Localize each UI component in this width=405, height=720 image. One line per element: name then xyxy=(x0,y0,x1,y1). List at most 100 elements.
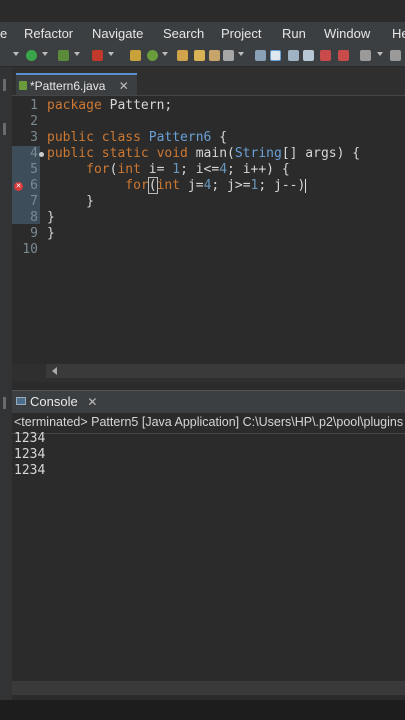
chevron-down-icon[interactable] xyxy=(42,52,48,56)
console-horizontal-scrollbar[interactable] xyxy=(12,681,405,695)
line-number: 5 xyxy=(30,162,38,177)
code-text: main( xyxy=(187,146,235,161)
code-text: ; j--) xyxy=(258,178,306,193)
close-icon[interactable]: ✕ xyxy=(119,79,129,93)
type-name: String xyxy=(234,146,282,161)
tab-pattern6-java[interactable]: *Pattern6.java ✕ xyxy=(16,73,137,95)
number-literal: 1 xyxy=(172,162,181,177)
keyword: public class xyxy=(47,130,141,145)
debug-icon[interactable] xyxy=(26,50,37,61)
number-literal: 4 xyxy=(219,162,228,177)
left-trim-stack xyxy=(0,67,12,720)
code-text: [] args) { xyxy=(281,146,361,161)
toggle-mark-occurrences-icon[interactable] xyxy=(270,50,281,61)
error-icon[interactable]: ✕ xyxy=(14,182,23,191)
chevron-down-icon[interactable] xyxy=(74,52,80,56)
keyword: for xyxy=(86,162,110,177)
line-number: 8 xyxy=(30,210,38,225)
minimized-view-icon[interactable] xyxy=(3,123,6,135)
scroll-left-icon[interactable] xyxy=(52,367,57,375)
line-number: 1 xyxy=(30,98,38,113)
console-tab-bar: Console ✕ xyxy=(12,391,405,413)
show-whitespace-icon[interactable] xyxy=(303,50,314,61)
code-line-6: for(int j=4; j>=1; j--) xyxy=(47,177,307,194)
menu-refactor[interactable]: Refactor xyxy=(24,26,73,41)
console-process-description: <terminated> Pattern5 [Java Application]… xyxy=(14,415,404,429)
code-text: Pattern; xyxy=(101,98,173,113)
line-number: 7 xyxy=(30,194,38,209)
code-text: ; i++) { xyxy=(227,162,290,177)
class-name: Pattern6 xyxy=(140,130,212,145)
close-icon[interactable]: ✕ xyxy=(87,395,97,409)
console-tab-label: Console xyxy=(30,394,78,409)
new-java-project-icon[interactable] xyxy=(130,50,141,61)
next-annotation-icon[interactable] xyxy=(338,50,349,61)
chevron-down-icon[interactable] xyxy=(162,52,168,56)
menu-navigate[interactable]: Navigate xyxy=(92,26,143,41)
matching-bracket: ( xyxy=(147,177,158,194)
code-line-1: package Pattern; xyxy=(47,98,172,114)
keyword: public static void xyxy=(47,146,188,161)
code-text: ; j>= xyxy=(211,178,251,193)
annotation-icon[interactable] xyxy=(255,50,266,61)
back-icon[interactable] xyxy=(390,50,401,61)
code-text: ; i<= xyxy=(180,162,220,177)
toolbar xyxy=(0,46,405,67)
line-number: 2 xyxy=(30,114,38,129)
console-output-line: 1234 xyxy=(14,463,46,478)
console-output-line: 1234 xyxy=(14,447,46,462)
menu-edit[interactable]: e xyxy=(0,26,7,41)
menu-run[interactable]: Run xyxy=(282,26,306,41)
minimized-view-icon[interactable] xyxy=(3,79,6,91)
code-line-5: for(int i= 1; i<=4; i++) { xyxy=(47,162,290,178)
code-line-9: } xyxy=(47,226,55,241)
code-editor[interactable]: 1 2 3 4 5 6 7 8 9 10 ✕ package Pattern; … xyxy=(12,96,405,364)
text-cursor xyxy=(305,178,307,193)
code-text: j= xyxy=(180,178,204,193)
chevron-down-icon[interactable] xyxy=(377,52,383,56)
java-file-icon xyxy=(19,81,27,90)
line-number: 10 xyxy=(22,242,38,257)
editor-area: *Pattern6.java ✕ 1 2 3 4 5 6 7 8 9 10 ✕ … xyxy=(12,67,405,382)
menu-window[interactable]: Window xyxy=(324,26,370,41)
menu-bar: e Refactor Navigate Search Project Run W… xyxy=(0,22,405,46)
status-bar xyxy=(0,700,405,720)
chevron-down-icon[interactable] xyxy=(238,52,244,56)
chevron-down-icon[interactable] xyxy=(13,52,19,56)
keyword: int xyxy=(156,178,181,193)
external-tools-icon[interactable] xyxy=(92,50,103,61)
menu-help[interactable]: He xyxy=(392,26,405,41)
line-number: 4 xyxy=(30,146,38,161)
console-output-line: 1234 xyxy=(14,431,46,446)
eclipse-window: e Refactor Navigate Search Project Run W… xyxy=(0,0,405,720)
keyword: int xyxy=(117,162,141,177)
line-number: 9 xyxy=(30,226,38,241)
code-line-7: } xyxy=(47,194,94,209)
new-package-icon[interactable] xyxy=(177,50,188,61)
code-line-8: } xyxy=(47,210,55,225)
menu-project[interactable]: Project xyxy=(221,26,261,41)
menu-search[interactable]: Search xyxy=(163,26,204,41)
tab-console[interactable]: Console ✕ xyxy=(14,391,97,413)
chevron-down-icon[interactable] xyxy=(108,52,114,56)
console-icon xyxy=(16,397,26,405)
search-icon[interactable] xyxy=(223,50,234,61)
keyword: for xyxy=(125,178,149,193)
line-number: 3 xyxy=(30,130,38,145)
open-folder-icon[interactable] xyxy=(209,50,220,61)
code-text: { xyxy=(211,130,228,145)
minimized-view-icon[interactable] xyxy=(3,397,6,409)
editor-tab-bar: *Pattern6.java ✕ xyxy=(12,73,405,96)
editor-horizontal-scrollbar[interactable] xyxy=(46,364,405,378)
open-type-icon[interactable] xyxy=(194,50,205,61)
run-icon[interactable] xyxy=(58,50,69,61)
last-edit-location-icon[interactable] xyxy=(360,50,371,61)
keyword: package xyxy=(47,98,102,113)
word-wrap-icon[interactable] xyxy=(288,50,299,61)
new-class-icon[interactable] xyxy=(147,50,158,61)
override-marker-icon xyxy=(39,152,44,157)
previous-annotation-icon[interactable] xyxy=(320,50,331,61)
code-line-4: public static void main(String[] args) { xyxy=(47,146,360,162)
